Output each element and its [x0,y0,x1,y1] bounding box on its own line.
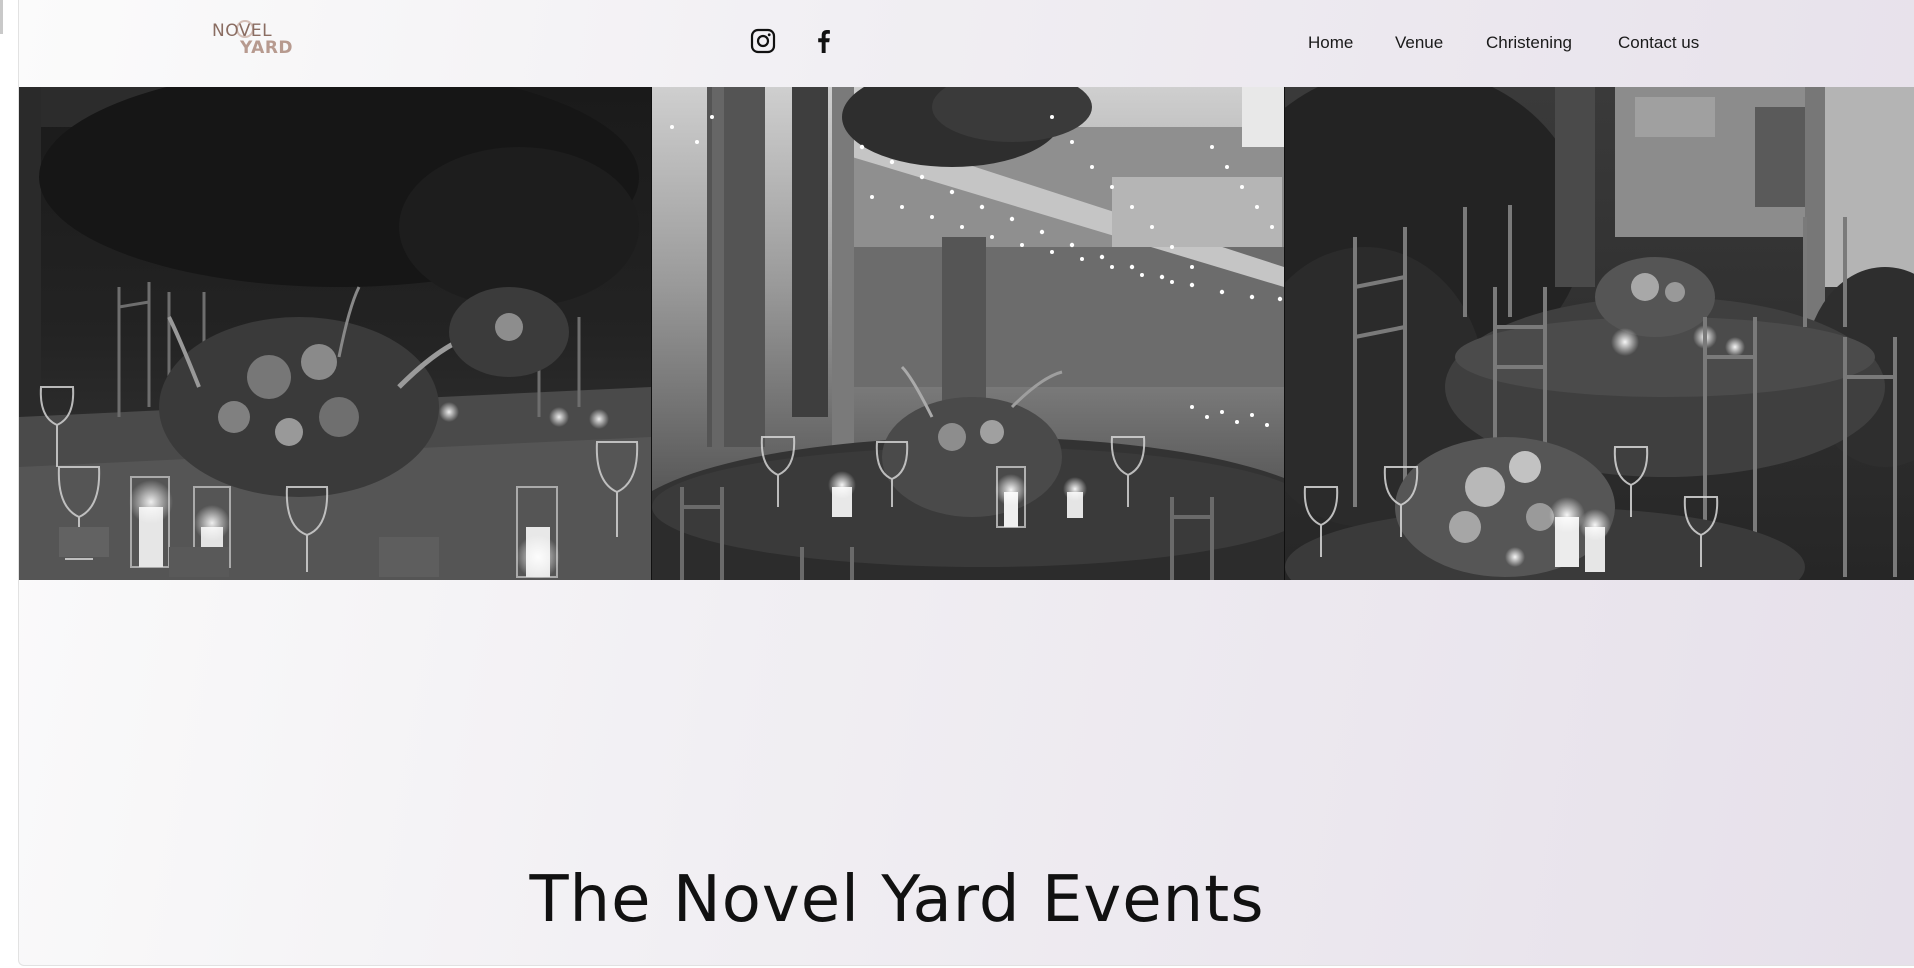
page: NOVEL YARD Home Venue Christening Contac… [18,0,1914,966]
nav-christening[interactable]: Christening [1486,31,1572,55]
facebook-icon[interactable] [810,27,838,55]
nav-contact-us[interactable]: Contact us [1618,31,1699,55]
site-logo[interactable]: NOVEL YARD [212,20,296,60]
nav-venue[interactable]: Venue [1395,31,1443,55]
gallery-photo-round-tables[interactable] [1285,87,1914,580]
instagram-icon[interactable] [749,27,777,55]
photo-gallery [19,87,1914,580]
page-title: The Novel Yard Events [529,862,1265,937]
browser-edge [0,0,3,34]
nav-home[interactable]: Home [1308,31,1353,55]
gallery-photo-centerpiece[interactable] [19,87,651,580]
logo-text-yard: YARD [240,38,294,58]
gallery-photo-string-lights[interactable] [652,87,1284,580]
site-header: NOVEL YARD Home Venue Christening Contac… [19,0,1914,87]
